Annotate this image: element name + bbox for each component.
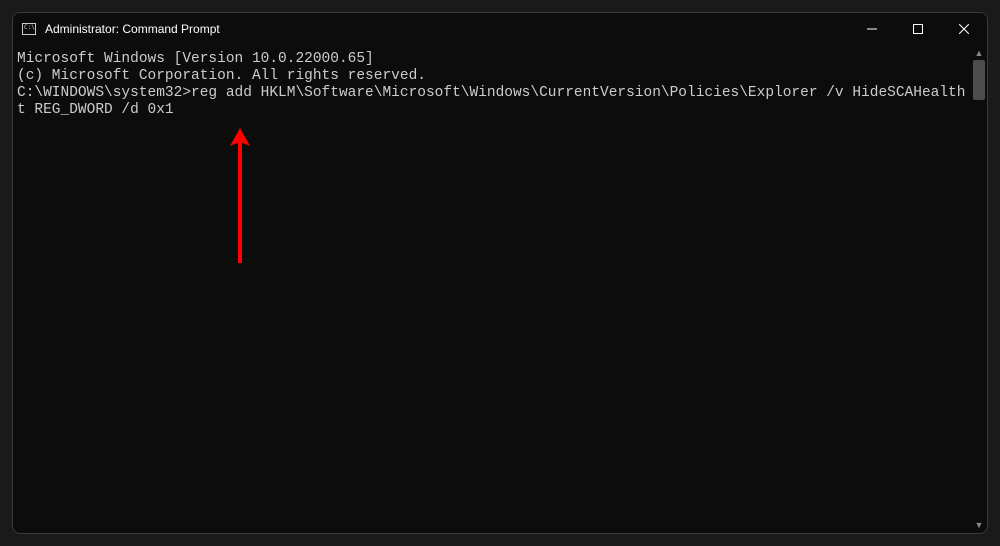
scroll-thumb[interactable] [973, 60, 985, 100]
window-controls [849, 13, 987, 45]
window-title: Administrator: Command Prompt [45, 22, 849, 36]
scrollbar[interactable]: ▲ ▼ [972, 46, 986, 532]
scroll-down-icon[interactable]: ▼ [972, 518, 986, 532]
minimize-button[interactable] [849, 13, 895, 45]
version-line: Microsoft Windows [Version 10.0.22000.65… [17, 51, 983, 68]
command-prompt-window: Administrator: Command Prompt Microsoft … [12, 12, 988, 534]
maximize-button[interactable] [895, 13, 941, 45]
command-line: C:\WINDOWS\system32>reg add HKLM\Softwar… [17, 85, 983, 119]
prompt-path: C:\WINDOWS\system32> [17, 85, 191, 101]
cmd-icon [21, 21, 37, 37]
titlebar[interactable]: Administrator: Command Prompt [13, 13, 987, 45]
copyright-line: (c) Microsoft Corporation. All rights re… [17, 68, 983, 85]
close-button[interactable] [941, 13, 987, 45]
scroll-up-icon[interactable]: ▲ [972, 46, 986, 60]
terminal-output[interactable]: Microsoft Windows [Version 10.0.22000.65… [13, 45, 987, 533]
